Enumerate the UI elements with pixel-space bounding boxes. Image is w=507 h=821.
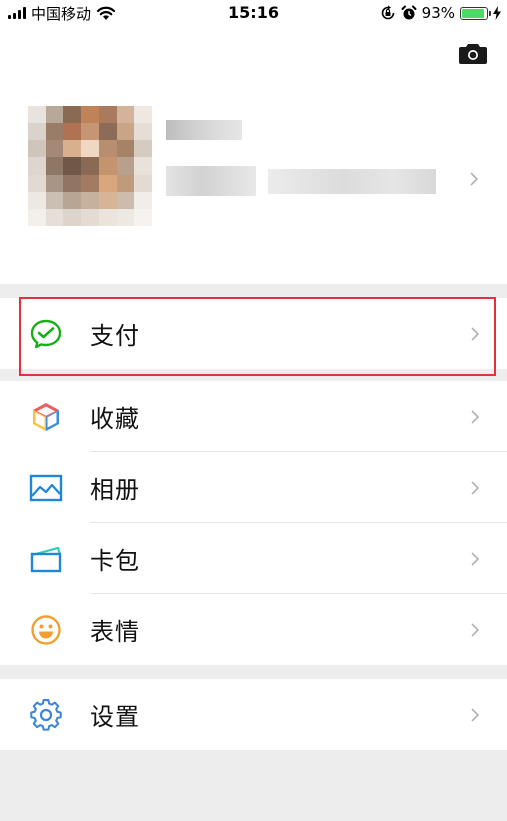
album-image-icon <box>28 470 64 506</box>
gear-icon <box>28 697 64 733</box>
menu-group-settings: 设置 <box>0 679 507 750</box>
profile-header[interactable] <box>0 26 507 284</box>
menu-item-cards[interactable]: 卡包 <box>0 523 507 594</box>
wechat-pay-icon <box>28 316 64 352</box>
menu-item-stickers[interactable]: 表情 <box>0 594 507 665</box>
card-wallet-icon <box>28 541 64 577</box>
camera-icon[interactable] <box>459 42 487 64</box>
favorites-cube-icon <box>28 399 64 435</box>
chevron-right-icon <box>471 480 480 495</box>
chevron-right-icon <box>471 551 480 566</box>
menu-item-label: 支付 <box>90 322 140 350</box>
smiley-icon <box>28 612 64 648</box>
wechat-id-blurred-2 <box>268 169 436 194</box>
menu-item-label: 收藏 <box>90 405 140 433</box>
chevron-right-icon <box>471 622 480 637</box>
battery-percent: 93% <box>421 4 455 22</box>
chevron-right-icon <box>471 707 480 722</box>
chevron-right-icon <box>471 326 480 341</box>
orientation-lock-icon <box>381 5 394 20</box>
charging-bolt-icon <box>493 6 501 20</box>
menu-item-label: 卡包 <box>90 547 140 575</box>
menu-group-pay: 支付 <box>0 298 507 369</box>
alarm-icon <box>401 5 417 20</box>
menu-item-album[interactable]: 相册 <box>0 452 507 523</box>
menu-item-label: 相册 <box>90 476 140 504</box>
avatar[interactable] <box>28 106 152 226</box>
menu-item-pay[interactable]: 支付 <box>0 298 507 369</box>
chevron-right-icon <box>471 409 480 424</box>
menu-item-settings[interactable]: 设置 <box>0 679 507 750</box>
battery-icon <box>460 6 491 20</box>
menu-item-label: 表情 <box>90 618 140 646</box>
status-right: 93% <box>380 3 501 23</box>
status-bar: 中国移动 15:16 93% <box>0 0 507 26</box>
nickname-blurred <box>166 120 242 140</box>
menu-group-main: 收藏 相册 卡包 表情 <box>0 381 507 665</box>
chevron-right-icon <box>470 172 479 186</box>
menu-item-label: 设置 <box>90 703 140 731</box>
menu-item-favorites[interactable]: 收藏 <box>0 381 507 452</box>
wechat-id-blurred <box>166 166 256 196</box>
